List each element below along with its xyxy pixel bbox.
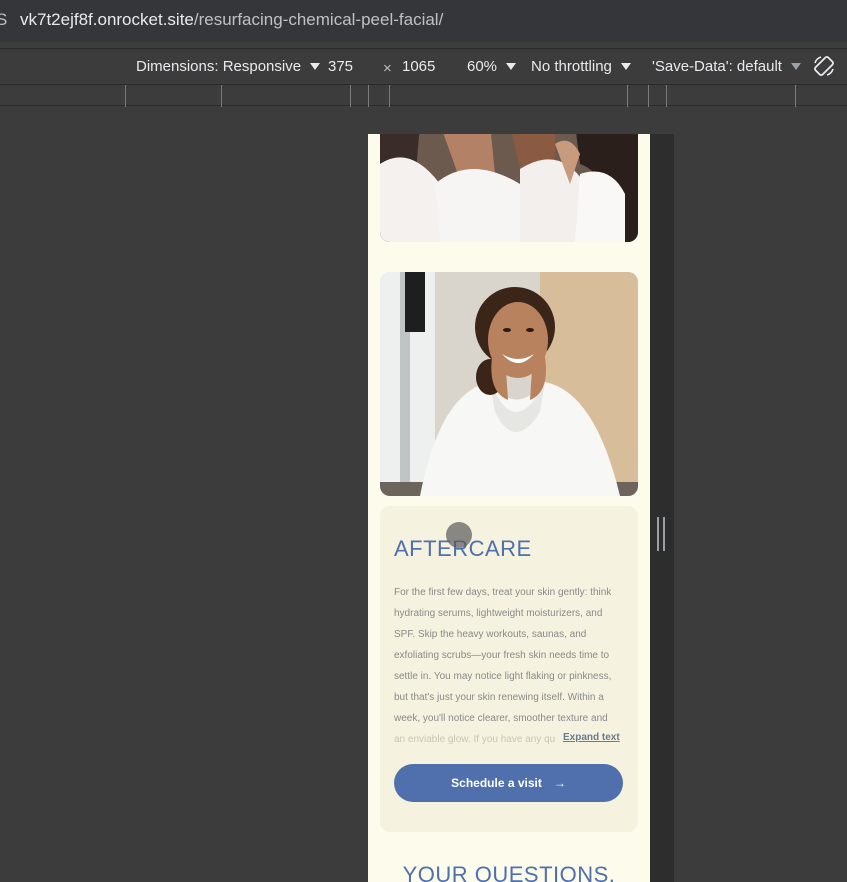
aftercare-line: exfoliating scrubs—your fresh skin needs… — [394, 650, 610, 661]
dimensions-label: Dimensions: Responsive — [136, 58, 302, 75]
questions-heading: YOUR QUESTIONS, — [402, 862, 616, 882]
site-info-icon[interactable]: S — [0, 10, 7, 30]
throttling-dropdown[interactable]: No throttling — [531, 58, 631, 75]
aftercare-line: settle in. You may notice light flaking … — [394, 671, 612, 682]
aftercare-line: week, you'll notice clearer, smoother te… — [394, 713, 608, 724]
throttling-label: No throttling — [531, 58, 612, 75]
aftercare-body: For the first few days, treat your skin … — [394, 582, 626, 750]
chevron-down-icon — [310, 63, 321, 70]
rotate-device-icon[interactable] — [812, 54, 836, 78]
address-bar[interactable]: S vk7t2ejf8f.onrocket.site/resurfacing-c… — [0, 0, 847, 42]
device-viewport[interactable]: AFTERCARE For the first few days, treat … — [368, 134, 650, 882]
zoom-label: 60% — [467, 58, 498, 75]
url-host: vk7t2ejf8f.onrocket.site — [20, 10, 194, 29]
aftercare-line: hydrating serums, lightweight moisturize… — [394, 608, 603, 619]
height-input[interactable]: 1065 — [402, 58, 435, 75]
aftercare-line: SPF. Skip the heavy workouts, saunas, an… — [394, 629, 587, 640]
resize-handle-icon[interactable] — [657, 517, 665, 551]
zoom-dropdown[interactable]: 60% — [467, 58, 517, 75]
save-data-label: 'Save-Data': default — [652, 58, 782, 75]
arrow-right-icon: → — [553, 776, 566, 790]
touch-cursor-icon — [446, 522, 472, 548]
aftercare-line: but that's just your skin renewing itsel… — [394, 692, 604, 703]
group-photo — [380, 134, 638, 242]
chevron-down-icon — [620, 63, 631, 70]
chevron-down-icon — [790, 63, 801, 70]
save-data-dropdown[interactable]: 'Save-Data': default — [652, 58, 801, 75]
media-query-ruler[interactable] — [0, 84, 847, 107]
schedule-visit-label: Schedule a visit — [451, 776, 542, 790]
times-icon: × — [383, 60, 392, 77]
url-text[interactable]: vk7t2ejf8f.onrocket.site/resurfacing-che… — [20, 10, 443, 30]
expand-text-link[interactable]: Expand text — [563, 732, 620, 743]
aftercare-line: For the first few days, treat your skin … — [394, 587, 612, 598]
aftercare-card: AFTERCARE For the first few days, treat … — [380, 506, 638, 832]
smiling-woman-photo — [380, 272, 638, 496]
schedule-visit-button[interactable]: Schedule a visit → — [394, 764, 623, 802]
chevron-down-icon — [506, 63, 517, 70]
url-path: /resurfacing-chemical-peel-facial/ — [193, 10, 444, 29]
viewport-resize-strip[interactable] — [650, 134, 674, 882]
device-toolbar: Dimensions: Responsive 375 × 1065 60% No… — [0, 48, 847, 84]
dimensions-dropdown[interactable]: Dimensions: Responsive — [136, 58, 321, 75]
width-input[interactable]: 375 — [328, 58, 353, 75]
